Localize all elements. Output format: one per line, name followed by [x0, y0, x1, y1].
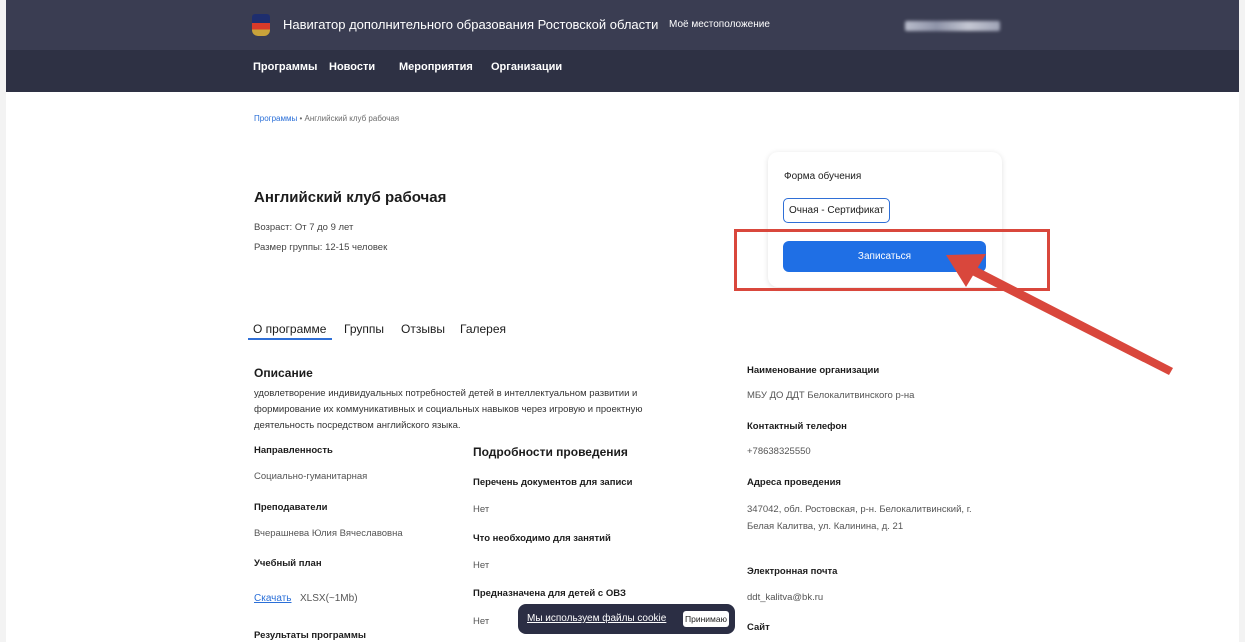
tab-groups[interactable]: Группы	[344, 322, 384, 336]
top-header	[0, 0, 1245, 92]
email-value: ddt_kalitva@bk.ru	[747, 592, 824, 603]
email-label: Электронная почта	[747, 566, 838, 577]
program-age: Возраст: От 7 до 9 лет	[254, 222, 354, 233]
breadcrumb-separator: •	[299, 114, 303, 123]
site-label: Сайт	[747, 622, 770, 633]
header-nav-row	[0, 50, 1245, 92]
documents-value: Нет	[473, 504, 490, 515]
cookie-text[interactable]: Мы используем файлы cookie	[527, 613, 666, 624]
ovz-value: Нет	[473, 616, 490, 627]
nav-programs[interactable]: Программы	[253, 61, 317, 73]
breadcrumb-link-programs[interactable]: Программы	[254, 114, 297, 123]
nav-organizations[interactable]: Организации	[491, 61, 562, 73]
breadcrumb-current: Английский клуб рабочая	[304, 114, 400, 123]
nav-news[interactable]: Новости	[329, 61, 375, 73]
tab-reviews[interactable]: Отзывы	[401, 322, 445, 336]
nav-events[interactable]: Мероприятия	[399, 61, 473, 73]
ovz-label: Предназначена для детей с ОВЗ	[473, 588, 626, 599]
left-edge	[0, 0, 6, 642]
program-title: Английский клуб рабочая	[254, 189, 447, 206]
annotation-highlight-box	[734, 229, 1050, 291]
address-value: 347042, обл. Ростовская, р-н. Белокалитв…	[747, 504, 972, 532]
direction-value: Социально-гуманитарная	[254, 471, 368, 482]
cookie-accept-button[interactable]: Принимаю	[683, 611, 729, 627]
org-name-label: Наименование организации	[747, 365, 880, 376]
tab-gallery[interactable]: Галерея	[460, 322, 506, 336]
documents-label: Перечень документов для записи	[473, 477, 633, 488]
region-emblem-icon[interactable]	[252, 14, 270, 36]
direction-label: Направленность	[254, 445, 333, 456]
breadcrumb: Программы • Английский клуб рабочая	[254, 114, 399, 123]
study-form-option[interactable]: Очная - Сертификат	[783, 198, 890, 223]
teachers-value: Вчерашнева Юлия Вячеславовна	[254, 528, 403, 539]
tab-about[interactable]: О программе	[253, 322, 326, 336]
results-label: Результаты программы	[254, 630, 366, 641]
details-heading: Подробности проведения	[473, 445, 628, 459]
location-selector[interactable]: Моё местоположение	[669, 19, 770, 30]
site-title[interactable]: Навигатор дополнительного образования Ро…	[283, 17, 658, 32]
phone-label: Контактный телефон	[747, 421, 847, 432]
program-group-size: Размер группы: 12-15 человек	[254, 242, 388, 253]
address-label: Адреса проведения	[747, 477, 841, 488]
teachers-label: Преподаватели	[254, 502, 328, 513]
needed-value: Нет	[473, 560, 490, 571]
curriculum-file-meta: XLSX(~1Mb)	[300, 593, 358, 604]
active-tab-indicator	[248, 338, 332, 340]
cookie-banner: Мы используем файлы cookie Принимаю	[518, 604, 735, 634]
study-form-label: Форма обучения	[784, 171, 862, 182]
needed-label: Что необходимо для занятий	[473, 533, 611, 544]
curriculum-download-link[interactable]: Скачать	[254, 593, 292, 604]
user-account-blurred[interactable]	[905, 21, 1000, 31]
phone-value: +78638325550	[747, 446, 811, 457]
description-heading: Описание	[254, 366, 313, 380]
annotation-arrow-icon	[946, 254, 1173, 375]
description-text: удовлетворение индивидуальных потребност…	[254, 388, 643, 431]
right-edge	[1239, 0, 1245, 642]
org-name-value: МБУ ДО ДДТ Белокалитвинского р-на	[747, 390, 915, 401]
curriculum-label: Учебный план	[254, 558, 322, 569]
